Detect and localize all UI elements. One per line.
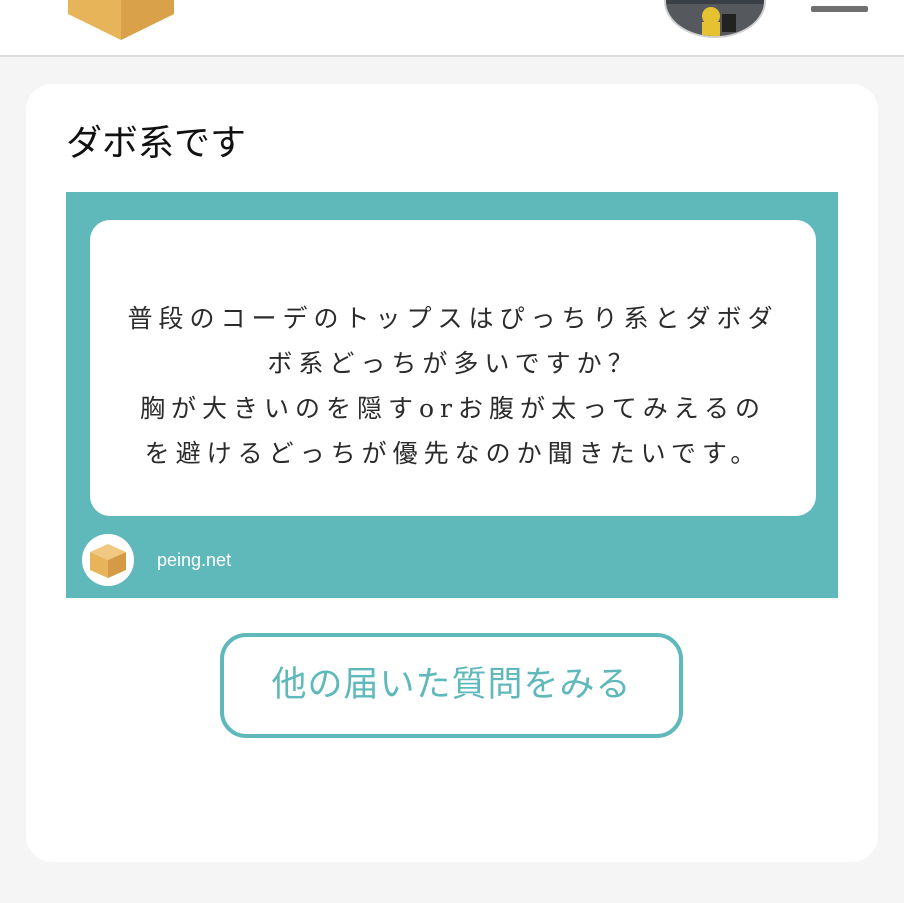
- question-line: 胸が大きいのを隠すorお腹が太ってみえるの: [139, 394, 766, 423]
- site-header: [0, 0, 904, 57]
- question-line: を避けるどっちが優先なのか聞きたいです。: [144, 439, 762, 468]
- answer-text: ダボ系です: [66, 123, 247, 164]
- question-bubble: 普段のコーデのトップスはぴっちり系とダボダ ボ系どっちが多いですか？ 胸が大きい…: [90, 220, 816, 516]
- question-line: ボ系どっちが多いですか？: [267, 349, 639, 378]
- peing-domain-label: peing.net: [157, 550, 232, 570]
- user-avatar-photo-icon: [666, 0, 764, 36]
- question-card: 普段のコーデのトップスはぴっちり系とダボダ ボ系どっちが多いですか？ 胸が大きい…: [66, 192, 838, 598]
- hamburger-menu-icon[interactable]: [811, 6, 868, 12]
- user-avatar[interactable]: [664, 0, 766, 38]
- peing-logo-icon[interactable]: [62, 0, 180, 40]
- view-other-questions-button[interactable]: 他の届いた質問をみる: [220, 633, 683, 738]
- peing-box-icon: [82, 534, 134, 586]
- question-line: 普段のコーデのトップスはぴっちり系とダボダ: [127, 304, 779, 333]
